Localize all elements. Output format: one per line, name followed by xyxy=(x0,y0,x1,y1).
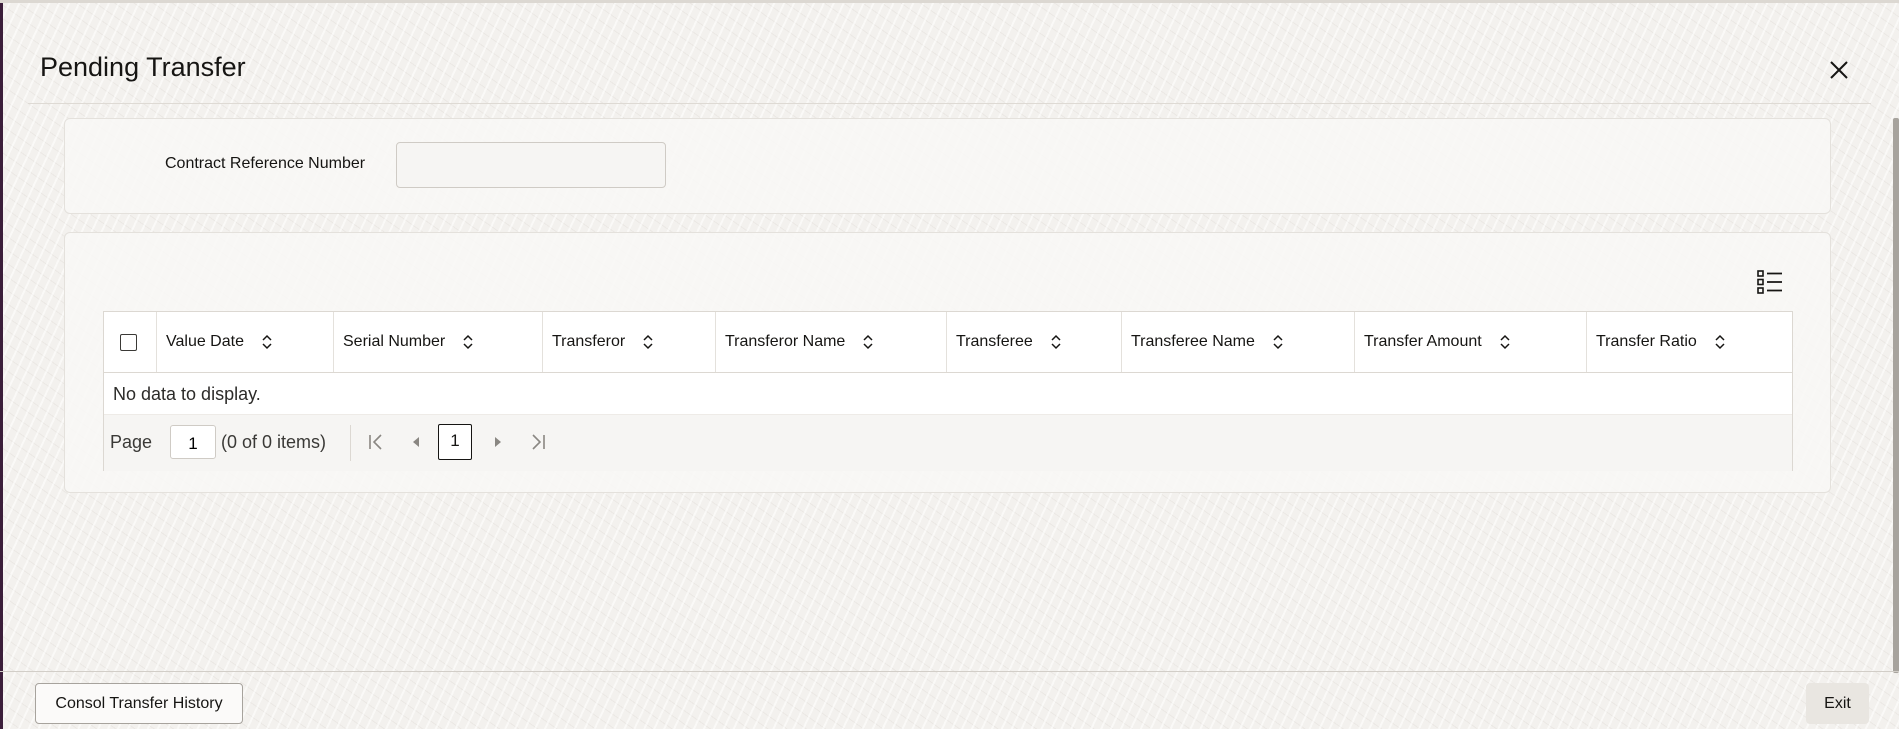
contract-reference-label: Contract Reference Number xyxy=(165,155,366,172)
column-label: Transferor xyxy=(552,333,626,350)
window-top-border xyxy=(0,0,1899,3)
next-page-icon xyxy=(495,437,501,447)
close-button[interactable] xyxy=(1821,52,1857,88)
table-header: Value Date Serial Number Transferor Tran… xyxy=(104,312,1792,373)
column-label: Value Date xyxy=(166,333,244,350)
column-label: Transferor Name xyxy=(725,333,846,350)
sort-icon[interactable] xyxy=(260,333,274,351)
select-all-checkbox[interactable] xyxy=(120,333,137,351)
next-page-button[interactable] xyxy=(486,429,510,455)
close-icon xyxy=(1830,61,1848,79)
column-header-value-date[interactable]: Value Date xyxy=(157,312,334,372)
transfers-table: Value Date Serial Number Transferor Tran… xyxy=(103,311,1793,471)
first-page-button[interactable] xyxy=(364,429,388,455)
sort-icon[interactable] xyxy=(461,333,475,351)
previous-page-icon xyxy=(413,437,419,447)
header-divider xyxy=(28,103,1871,104)
vertical-scrollbar[interactable] xyxy=(1893,118,1899,673)
footer-divider xyxy=(0,671,1899,672)
sort-icon[interactable] xyxy=(861,333,875,351)
pagination-divider xyxy=(350,425,351,461)
pagination-bar: Page (0 of 0 items) 1 xyxy=(104,414,1792,471)
exit-button[interactable]: Exit xyxy=(1806,683,1869,724)
last-page-button[interactable] xyxy=(526,429,550,455)
column-header-transferee-name[interactable]: Transferee Name xyxy=(1122,312,1355,372)
search-panel: Contract Reference Number xyxy=(64,118,1831,214)
page-title: Pending Transfer xyxy=(40,52,246,82)
column-header-transferor[interactable]: Transferor xyxy=(543,312,716,372)
contract-reference-input[interactable] xyxy=(396,142,666,188)
column-label: Transfer Ratio xyxy=(1596,333,1697,350)
empty-table-message: No data to display. xyxy=(113,384,261,404)
last-page-icon xyxy=(532,434,545,450)
select-all-cell xyxy=(104,312,157,372)
column-header-transferee[interactable]: Transferee xyxy=(947,312,1122,372)
column-header-transfer-amount[interactable]: Transfer Amount xyxy=(1355,312,1587,372)
sort-icon[interactable] xyxy=(1271,333,1285,351)
page-number-input[interactable] xyxy=(170,425,216,459)
current-page-button[interactable]: 1 xyxy=(438,424,472,460)
sort-icon[interactable] xyxy=(1049,333,1063,351)
list-view-icon xyxy=(1757,270,1782,294)
column-label: Transferee xyxy=(956,333,1033,350)
sort-icon[interactable] xyxy=(1498,333,1512,351)
previous-page-button[interactable] xyxy=(404,429,428,455)
column-header-transferor-name[interactable]: Transferor Name xyxy=(716,312,947,372)
sort-icon[interactable] xyxy=(641,333,655,351)
results-panel: Value Date Serial Number Transferor Tran… xyxy=(64,232,1831,493)
sort-icon[interactable] xyxy=(1713,333,1727,351)
first-page-icon xyxy=(369,434,382,450)
list-view-button[interactable] xyxy=(1756,268,1784,296)
column-header-serial-number[interactable]: Serial Number xyxy=(334,312,543,372)
window-edge xyxy=(0,0,3,729)
column-label: Serial Number xyxy=(343,333,446,350)
items-summary: (0 of 0 items) xyxy=(221,432,327,452)
column-label: Transferee Name xyxy=(1131,333,1255,350)
column-header-transfer-ratio[interactable]: Transfer Ratio xyxy=(1587,312,1792,372)
column-label: Transfer Amount xyxy=(1364,333,1482,350)
consol-transfer-history-button[interactable]: Consol Transfer History xyxy=(35,683,243,724)
page-label: Page xyxy=(110,432,153,452)
